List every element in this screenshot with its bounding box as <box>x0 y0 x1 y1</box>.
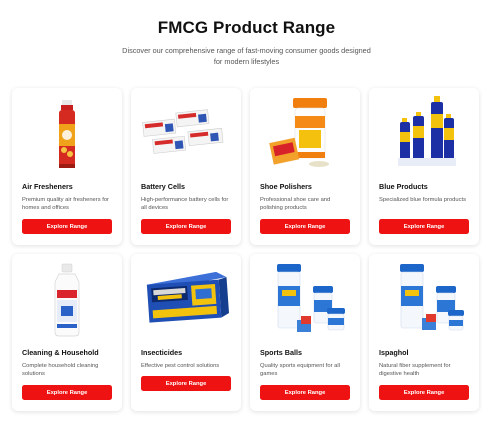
explore-range-button[interactable]: Explore Range <box>141 219 231 234</box>
product-card-insecticides: Insecticides Effective pest control solu… <box>131 254 241 411</box>
explore-range-button[interactable]: Explore Range <box>379 385 469 400</box>
jars-icon <box>257 260 353 340</box>
card-description: High-performance battery cells for all d… <box>141 197 229 212</box>
card-description: Complete household cleaning solutions <box>22 363 99 378</box>
air-freshener-can-icon <box>19 94 115 174</box>
explore-range-button[interactable]: Explore Range <box>141 376 231 391</box>
card-title: Blue Products <box>379 182 428 191</box>
product-card-sports-balls: Sports Balls Quality sports equipment fo… <box>250 254 360 411</box>
product-card-shoe-polishers: Shoe Polishers Professional shoe care an… <box>250 88 360 245</box>
insecticide-mats-box-icon <box>138 260 234 340</box>
cleaning-bottle-icon <box>19 260 115 340</box>
card-title: Sports Balls <box>260 348 302 357</box>
explore-range-button[interactable]: Explore Range <box>260 385 350 400</box>
blue-bottles-icon <box>376 94 472 174</box>
product-grid: Air Fresheners Premium quality air fresh… <box>12 88 481 411</box>
product-card-air-fresheners: Air Fresheners Premium quality air fresh… <box>12 88 122 245</box>
page-title: FMCG Product Range <box>157 18 336 37</box>
card-description: Natural fiber supplement for digestive h… <box>379 363 451 378</box>
explore-range-button[interactable]: Explore Range <box>22 385 112 400</box>
card-description: Quality sports equipment for all games <box>260 363 340 378</box>
product-card-battery-cells: Battery Cells High-performance battery c… <box>131 88 241 245</box>
ispaghol-jars-icon <box>376 260 472 340</box>
card-title: Ispaghol <box>379 348 409 357</box>
card-description: Effective pest control solutions <box>141 363 220 369</box>
card-title: Insecticides <box>141 348 183 357</box>
product-card-blue-products: Blue Products Specialized blue formula p… <box>369 88 479 245</box>
product-card-cleaning-household: Cleaning & Household Complete household … <box>12 254 122 411</box>
product-card-ispaghol: Ispaghol Natural fiber supplement for di… <box>369 254 479 411</box>
explore-range-button[interactable]: Explore Range <box>22 219 112 234</box>
card-title: Cleaning & Household <box>22 348 99 357</box>
card-title: Air Fresheners <box>22 182 73 191</box>
explore-range-button[interactable]: Explore Range <box>379 219 469 234</box>
card-title: Shoe Polishers <box>260 182 312 191</box>
explore-range-button[interactable]: Explore Range <box>260 219 350 234</box>
card-description: Premium quality air fresheners for homes… <box>22 197 109 212</box>
card-title: Battery Cells <box>141 182 185 191</box>
page-subtitle: Discover our comprehensive range of fast… <box>122 46 371 66</box>
shoe-polish-jar-icon <box>257 94 353 174</box>
card-description: Specialized blue formula products <box>379 197 467 203</box>
card-description: Professional shoe care and polishing pro… <box>260 197 331 212</box>
battery-packs-icon <box>138 94 234 174</box>
